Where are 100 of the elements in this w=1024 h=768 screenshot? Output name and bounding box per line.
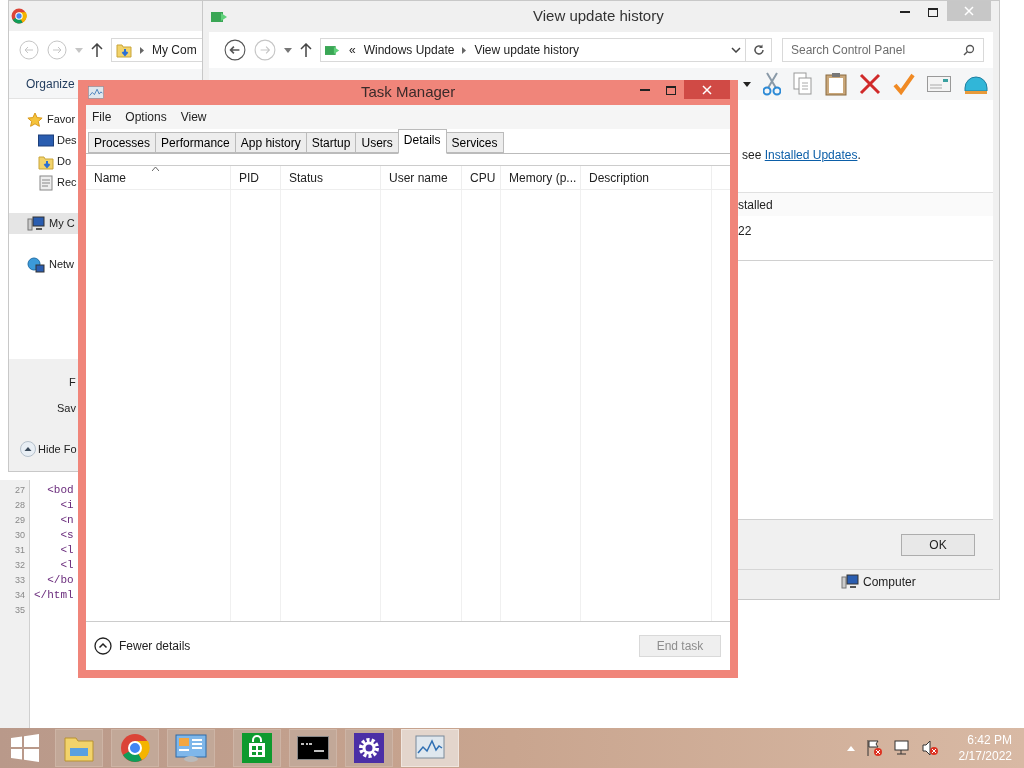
line-number: 32 [14,559,26,572]
fewer-details-button[interactable]: Fewer details [94,637,191,655]
chart-icon [415,735,445,761]
menu-item[interactable]: File [92,108,112,126]
nav-item[interactable]: Des [9,130,78,151]
line-number: 35 [14,604,26,617]
table-cell-text: 22 [738,223,752,240]
update-icon [325,43,341,57]
tab[interactable]: Startup [305,132,357,153]
refresh-button[interactable] [746,38,772,62]
breadcrumb-item[interactable]: Windows Update [363,41,455,59]
update-icon [211,9,229,24]
ok-button[interactable]: OK [901,533,975,556]
up-arrow-icon[interactable] [300,43,312,57]
tab[interactable]: Performance [155,132,236,153]
globe-icon [27,256,45,273]
gear-icon [354,733,384,763]
info-text: see Installed Updates. [742,147,862,164]
column-header[interactable]: Name [94,168,126,187]
folder-icon [64,734,94,762]
hide-folders-button[interactable]: Hide Fo [20,441,77,458]
flag-icon[interactable] [864,739,883,757]
column-header[interactable]: Memory (p... [509,168,577,187]
nav-item[interactable]: Do [9,151,78,172]
up-arrow-icon[interactable] [91,43,103,57]
code-line: <n [59,513,74,528]
window-title: Task Manager [361,82,456,103]
chevron-right-icon [462,46,467,54]
chevron-right-icon [140,46,144,54]
control-panel-icon [175,733,207,763]
status-text: Computer [863,573,916,591]
code-line: <l [59,543,74,558]
maximize-icon [666,85,676,95]
monitor-icon [38,133,54,148]
document-icon [38,174,54,191]
taskbar-button[interactable] [289,729,337,767]
line-number: 31 [14,544,26,557]
chevron-down-icon[interactable] [731,47,741,53]
line-number: 28 [14,499,26,512]
close-icon [702,84,712,95]
nav-item[interactable]: My C [9,213,78,234]
tab[interactable]: Users [355,132,399,153]
line-number: 29 [14,514,26,527]
organize-menu[interactable]: Organize [26,74,75,93]
star-icon [27,111,43,128]
delete-icon[interactable] [859,73,881,95]
minimize-icon [640,88,650,92]
close-icon [964,6,974,16]
code-line: <l [59,558,74,573]
code-line: </html [34,588,74,603]
line-number: 33 [14,574,26,587]
breadcrumb-item[interactable]: View update history [474,41,579,59]
folder-icon [116,42,132,58]
search-field[interactable]: Search Control Panel [782,38,984,62]
line-number: 30 [14,529,26,542]
code-line: <i [59,498,74,513]
tab[interactable]: App history [234,132,307,153]
code-line: <s [59,528,74,543]
chart-icon [88,85,104,100]
back-icon[interactable] [224,39,246,61]
speaker-muted-icon[interactable] [920,739,939,757]
terminal-icon [297,736,329,760]
clipboard-icon[interactable] [825,72,847,96]
column-header[interactable]: Status [289,168,324,187]
scissors-icon[interactable] [763,72,781,96]
minimize-icon [900,10,910,14]
dropdown-icon[interactable] [743,81,751,87]
taskbar-button[interactable] [345,729,393,767]
windows-logo-icon[interactable] [11,734,39,762]
refresh-icon [752,44,765,56]
check-icon[interactable] [893,73,915,95]
tab[interactable]: Services [445,132,504,153]
shopping-bag-icon [242,733,272,763]
card-icon[interactable] [927,76,951,92]
code-line: </bo [46,573,74,588]
nav-item[interactable]: Favor [9,109,78,130]
address-text: My Com [152,42,197,59]
column-header[interactable]: Description [589,168,650,187]
column-header[interactable]: CPU [470,168,496,187]
chevron-up-icon [20,441,36,458]
column-header[interactable]: PID [239,168,259,187]
tab[interactable]: Processes [88,132,157,153]
tab[interactable]: Details [397,129,447,154]
maximize-icon [928,7,938,17]
computer-icon [841,573,859,590]
menu-item[interactable]: View [180,108,207,126]
nav-item[interactable]: Rec [9,172,78,193]
column-header[interactable]: stalled [738,195,773,214]
chevron-up-icon [94,637,112,655]
browser-icon [11,8,27,24]
folder-icon [38,153,54,170]
nav-item[interactable]: Netw [9,254,78,275]
line-number: 34 [14,589,26,602]
column-header[interactable]: User name [389,168,448,187]
field-label: F [69,376,76,388]
network-icon[interactable] [892,739,911,757]
breadcrumb-item[interactable]: « [349,41,356,59]
menu-item[interactable]: Options [125,108,167,126]
computer-icon [27,215,45,232]
address-bar[interactable]: « Windows Update View update history [320,38,746,62]
